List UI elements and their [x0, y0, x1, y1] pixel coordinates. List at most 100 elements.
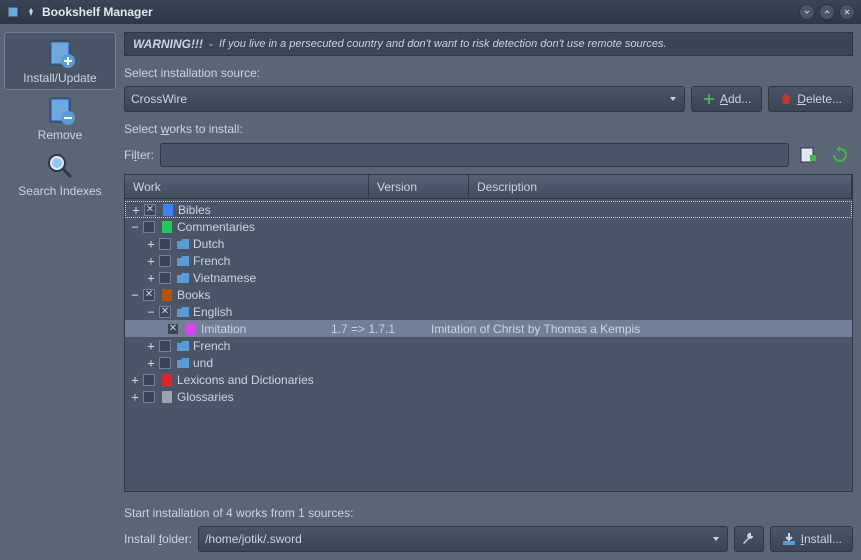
checkbox[interactable] — [159, 272, 171, 284]
window-controls — [799, 4, 855, 20]
tree-row-und[interactable]: + und — [125, 354, 852, 371]
tree-row-imitation[interactable]: ✕ Imitation 1.7 => 1.7.1 Imitation of Ch… — [125, 320, 852, 337]
books-icon — [160, 288, 174, 302]
tree-row-french-books[interactable]: + French — [125, 337, 852, 354]
window-title: Bookshelf Manager — [42, 5, 799, 19]
tree-label: Vietnamese — [193, 271, 256, 285]
expander-icon[interactable]: + — [145, 237, 157, 251]
checkbox[interactable]: ✕ — [144, 204, 156, 216]
checkbox[interactable]: ✕ — [143, 289, 155, 301]
expander-icon[interactable]: + — [145, 356, 157, 370]
maximize-button[interactable] — [819, 4, 835, 20]
tree-row-books[interactable]: − ✕ Books — [125, 286, 852, 303]
tree-label: Glossaries — [177, 390, 234, 404]
warning-sep: - — [209, 37, 213, 51]
expander-icon[interactable]: + — [129, 373, 141, 387]
col-work[interactable]: Work — [125, 175, 369, 198]
warning-text: If you live in a persecuted country and … — [219, 38, 667, 50]
sidebar-item-install-update[interactable]: Install/Update — [4, 32, 116, 90]
sidebar-label: Remove — [38, 128, 83, 142]
delete-label: Delete... — [797, 92, 842, 106]
delete-button[interactable]: Delete... — [768, 86, 853, 112]
tree-label: Books — [177, 288, 210, 302]
tree-label: und — [193, 356, 213, 370]
chevron-down-icon — [668, 94, 678, 104]
status-label: Start installation of 4 works from 1 sou… — [124, 506, 853, 520]
install-update-icon — [44, 37, 76, 69]
add-button[interactable]: Add... — [691, 86, 762, 112]
plus-icon — [702, 92, 716, 106]
window: Bookshelf Manager Install/Update Remove — [0, 0, 861, 560]
tree-label: Bibles — [178, 203, 211, 217]
tree-label: Commentaries — [177, 220, 255, 234]
configure-folder-button[interactable] — [734, 526, 764, 552]
main-panel: WARNING!!! - If you live in a persecuted… — [120, 28, 857, 556]
expander-icon[interactable]: + — [130, 203, 142, 217]
tree-header: Work Version Description — [125, 175, 852, 199]
install-folder-label: Install folder: — [124, 532, 192, 546]
tree-label: English — [193, 305, 232, 319]
tree-label: French — [193, 339, 230, 353]
filter-settings-button[interactable] — [795, 142, 821, 168]
pin-icon[interactable] — [24, 5, 38, 19]
install-button[interactable]: Install... — [770, 526, 853, 552]
col-version[interactable]: Version — [369, 175, 469, 198]
folder-icon — [176, 237, 190, 251]
warning-title: WARNING!!! — [133, 37, 203, 51]
tree-row-french[interactable]: + French — [125, 252, 852, 269]
install-folder-select[interactable]: /home/jotik/.sword — [198, 526, 728, 552]
sidebar-item-search-indexes[interactable]: Search Indexes — [4, 146, 116, 202]
expander-icon[interactable]: + — [145, 254, 157, 268]
commentary-icon — [160, 220, 174, 234]
app-icon — [6, 5, 20, 19]
tree-label: Imitation — [201, 322, 331, 336]
checkbox[interactable] — [159, 340, 171, 352]
expander-icon[interactable]: − — [129, 288, 141, 302]
tree-row-bibles[interactable]: + ✕ Bibles — [125, 201, 852, 218]
checkbox[interactable]: ✕ — [159, 306, 171, 318]
checkbox[interactable] — [159, 357, 171, 369]
tree-row-glossaries[interactable]: + Glossaries — [125, 388, 852, 405]
warning-box: WARNING!!! - If you live in a persecuted… — [124, 32, 853, 56]
tree-row-english[interactable]: − ✕ English — [125, 303, 852, 320]
source-select[interactable]: CrossWire — [124, 86, 685, 112]
checkbox[interactable] — [159, 238, 171, 250]
remove-icon — [44, 94, 76, 126]
add-label: Add... — [720, 92, 751, 106]
tree-row-lexicons[interactable]: + Lexicons and Dictionaries — [125, 371, 852, 388]
folder-icon — [176, 271, 190, 285]
refresh-button[interactable] — [827, 142, 853, 168]
folder-icon — [176, 305, 190, 319]
expander-icon[interactable]: + — [129, 390, 141, 404]
select-works-label: Select works to install: — [124, 122, 853, 136]
checkbox[interactable] — [159, 255, 171, 267]
expander-icon[interactable]: + — [145, 339, 157, 353]
chevron-down-icon — [711, 534, 721, 544]
install-row: Install folder: /home/jotik/.sword Insta… — [124, 526, 853, 552]
close-button[interactable] — [839, 4, 855, 20]
install-label: Install... — [801, 532, 842, 546]
source-value: CrossWire — [131, 92, 187, 106]
checkbox[interactable] — [143, 221, 155, 233]
tree-row-commentaries[interactable]: − Commentaries — [125, 218, 852, 235]
col-description[interactable]: Description — [469, 175, 852, 198]
tree-label: Lexicons and Dictionaries — [177, 373, 314, 387]
tree-body[interactable]: + ✕ Bibles − Commentaries + — [125, 199, 852, 491]
install-folder-value: /home/jotik/.sword — [205, 532, 302, 546]
expander-icon[interactable]: + — [145, 271, 157, 285]
search-indexes-icon — [44, 150, 76, 182]
expander-icon[interactable]: − — [145, 305, 157, 319]
sidebar-item-remove[interactable]: Remove — [4, 90, 116, 146]
titlebar: Bookshelf Manager — [0, 0, 861, 24]
folder-icon — [176, 254, 190, 268]
checkbox[interactable] — [143, 374, 155, 386]
folder-icon — [176, 339, 190, 353]
checkbox[interactable] — [143, 391, 155, 403]
filter-row: Filter: — [124, 142, 853, 168]
expander-icon[interactable]: − — [129, 220, 141, 234]
minimize-button[interactable] — [799, 4, 815, 20]
checkbox[interactable]: ✕ — [167, 323, 179, 335]
filter-input[interactable] — [160, 143, 789, 167]
tree-row-vietnamese[interactable]: + Vietnamese — [125, 269, 852, 286]
tree-row-dutch[interactable]: + Dutch — [125, 235, 852, 252]
